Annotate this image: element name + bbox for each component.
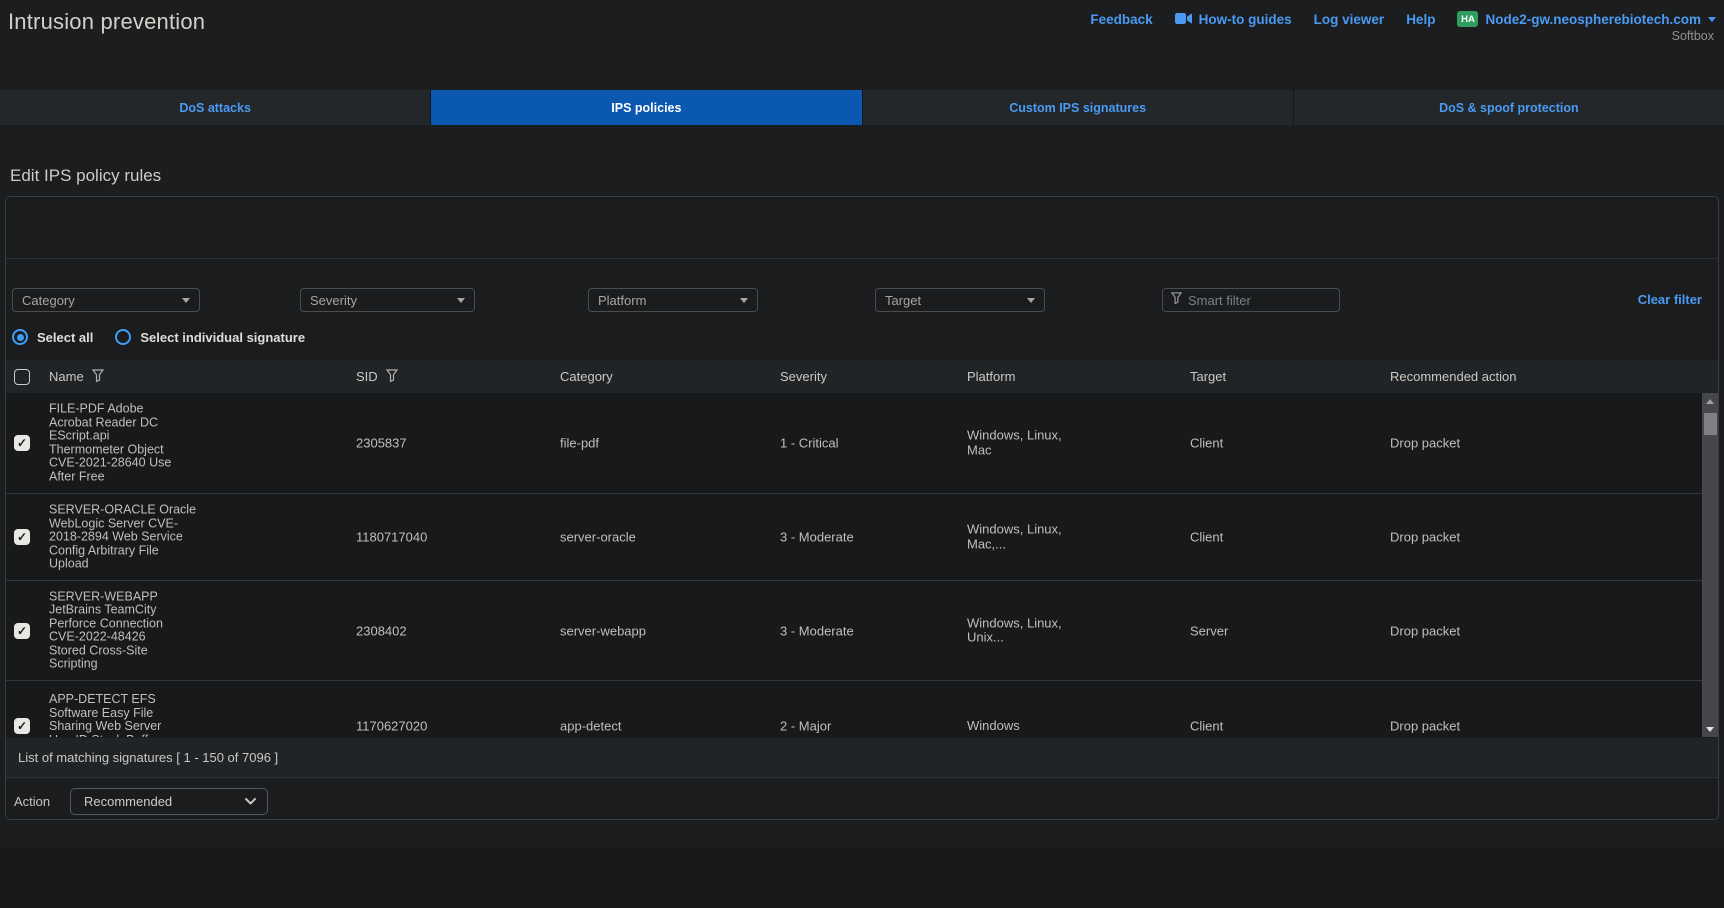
row-checkbox[interactable]: ✓ — [14, 623, 30, 639]
signature-table-body: ✓ FILE-PDF Adobe Acrobat Reader DC EScri… — [6, 393, 1718, 737]
table-row[interactable]: ✓ FILE-PDF Adobe Acrobat Reader DC EScri… — [6, 393, 1703, 494]
divider — [6, 258, 1718, 259]
chevron-down-icon — [740, 298, 748, 303]
column-header-name: Name — [49, 369, 84, 384]
table-header: Name SID Category Severity Platform Targ… — [6, 360, 1718, 393]
column-header-target: Target — [1190, 360, 1226, 393]
scrollbar-thumb[interactable] — [1704, 413, 1717, 435]
column-header-category: Category — [560, 360, 613, 393]
select-all-radio[interactable]: Select all — [12, 329, 93, 345]
row-checkbox[interactable]: ✓ — [14, 529, 30, 545]
signature-name: APP-DETECT EFS Software Easy File Sharin… — [49, 693, 214, 737]
signature-severity: 2 - Major — [780, 719, 831, 734]
how-to-guides-link[interactable]: How-to guides — [1175, 12, 1292, 27]
page-title: Intrusion prevention — [8, 9, 205, 35]
signature-severity: 3 - Moderate — [780, 623, 854, 638]
row-checkbox[interactable]: ✓ — [14, 718, 30, 734]
severity-filter-dropdown[interactable]: Severity — [300, 288, 475, 312]
column-header-sid: SID — [356, 369, 378, 384]
signature-severity: 3 - Moderate — [780, 530, 854, 545]
table-row[interactable]: ✓ SERVER-ORACLE Oracle WebLogic Server C… — [6, 494, 1703, 581]
action-dropdown[interactable]: Recommended — [70, 788, 268, 815]
radio-icon — [12, 329, 28, 345]
signature-sid: 2308402 — [356, 623, 407, 638]
log-viewer-link[interactable]: Log viewer — [1314, 12, 1385, 27]
section-title: Edit IPS policy rules — [10, 166, 161, 186]
filter-funnel-icon[interactable] — [386, 369, 398, 385]
signature-sid: 1170627020 — [356, 719, 427, 734]
tab-dos-spoof-protection[interactable]: DoS & spoof protection — [1294, 90, 1724, 125]
radio-icon — [115, 329, 131, 345]
intrusion-prevention-page: Intrusion prevention Feedback How-to gui… — [0, 0, 1724, 908]
column-header-severity: Severity — [780, 360, 827, 393]
device-name: Node2-gw.neospherebiotech.com — [1485, 12, 1701, 27]
platform-filter-dropdown[interactable]: Platform — [588, 288, 758, 312]
arrow-down-icon — [1706, 727, 1714, 732]
tab-dos-attacks[interactable]: DoS attacks — [0, 90, 431, 125]
signature-name: SERVER-ORACLE Oracle WebLogic Server CVE… — [49, 503, 214, 571]
signature-platform: Windows — [967, 719, 1097, 734]
smart-filter-box — [1162, 288, 1340, 312]
signature-recommended-action: Drop packet — [1390, 623, 1460, 638]
filter-funnel-icon[interactable] — [92, 369, 104, 385]
category-filter-dropdown[interactable]: Category — [12, 288, 200, 312]
table-footer: List of matching signatures [ 1 - 150 of… — [6, 738, 1718, 778]
signature-recommended-action: Drop packet — [1390, 436, 1460, 451]
top-nav: Feedback How-to guides Log viewer Help H… — [1090, 11, 1716, 27]
tab-custom-ips-signatures[interactable]: Custom IPS signatures — [863, 90, 1294, 125]
column-header-platform: Platform — [967, 360, 1015, 393]
filter-funnel-icon — [1171, 291, 1182, 309]
vertical-scrollbar[interactable] — [1702, 393, 1718, 737]
arrow-up-icon — [1706, 399, 1714, 404]
table-row[interactable]: ✓ SERVER-WEBAPP JetBrains TeamCity Perfo… — [6, 581, 1703, 681]
signature-platform: Windows, Linux, Mac,... — [967, 523, 1097, 552]
target-filter-dropdown[interactable]: Target — [875, 288, 1045, 312]
signature-category: file-pdf — [560, 436, 599, 451]
signature-severity: 1 - Critical — [780, 436, 839, 451]
signature-sid: 2305837 — [356, 436, 407, 451]
signature-platform: Windows, Linux, Mac — [967, 429, 1097, 458]
action-label: Action — [14, 794, 50, 809]
signature-sid: 1180717040 — [356, 530, 427, 545]
scroll-up-button[interactable] — [1702, 393, 1718, 409]
signature-name: SERVER-WEBAPP JetBrains TeamCity Perforc… — [49, 590, 214, 671]
column-header-recommended-action: Recommended action — [1390, 360, 1516, 393]
chevron-down-icon — [245, 798, 256, 805]
chevron-down-icon — [182, 298, 190, 303]
signature-target: Server — [1190, 623, 1228, 638]
scroll-down-button[interactable] — [1702, 721, 1718, 737]
ha-status-badge: HA — [1457, 11, 1478, 27]
signature-category: server-webapp — [560, 623, 646, 638]
feedback-link[interactable]: Feedback — [1090, 12, 1152, 27]
tab-bar: DoS attacks IPS policies Custom IPS sign… — [0, 90, 1724, 125]
selection-mode: Select all Select individual signature — [12, 329, 305, 345]
signature-category: server-oracle — [560, 530, 636, 545]
page-bottom-area — [0, 848, 1724, 908]
signature-platform: Windows, Linux, Unix... — [967, 616, 1097, 645]
table-row[interactable]: ✓ APP-DETECT EFS Software Easy File Shar… — [6, 681, 1703, 737]
clear-filter-link[interactable]: Clear filter — [1638, 292, 1702, 307]
tab-ips-policies[interactable]: IPS policies — [431, 90, 862, 125]
help-link[interactable]: Help — [1406, 12, 1435, 27]
signature-target: Client — [1190, 719, 1223, 734]
select-all-checkbox[interactable] — [14, 369, 30, 385]
signature-name: FILE-PDF Adobe Acrobat Reader DC EScript… — [49, 403, 214, 484]
chevron-down-icon — [1027, 298, 1035, 303]
environment-label: Softbox — [1672, 29, 1714, 43]
signature-target: Client — [1190, 530, 1223, 545]
edit-policy-panel: Rule name * Category Severity Platform T… — [5, 196, 1719, 820]
signature-recommended-action: Drop packet — [1390, 719, 1460, 734]
chevron-down-icon — [1708, 17, 1716, 22]
smart-filter-input[interactable] — [1188, 293, 1331, 308]
signature-target: Client — [1190, 436, 1223, 451]
device-menu[interactable]: HA Node2-gw.neospherebiotech.com — [1457, 11, 1716, 27]
signature-category: app-detect — [560, 719, 621, 734]
row-checkbox[interactable]: ✓ — [14, 435, 30, 451]
signature-recommended-action: Drop packet — [1390, 530, 1460, 545]
select-individual-signature-radio[interactable]: Select individual signature — [115, 329, 305, 345]
video-camera-icon — [1175, 12, 1192, 27]
chevron-down-icon — [457, 298, 465, 303]
